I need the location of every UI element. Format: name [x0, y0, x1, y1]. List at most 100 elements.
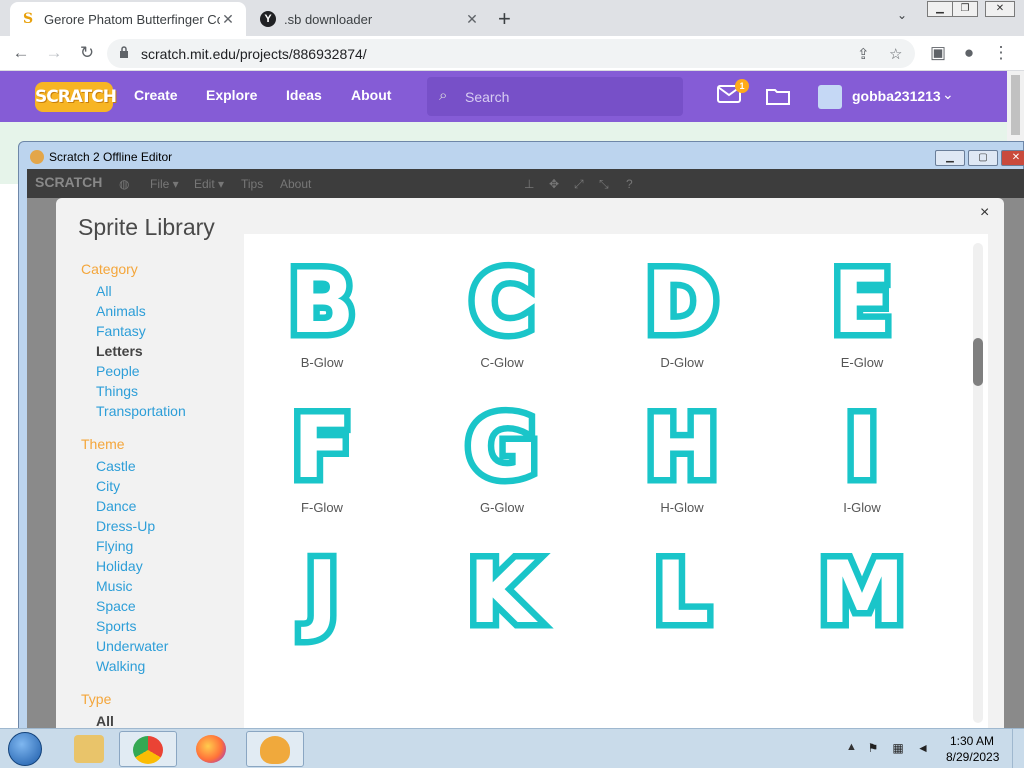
close-window-button[interactable]: ✕: [1001, 150, 1024, 166]
scrollbar-thumb[interactable]: [973, 338, 983, 386]
reload-icon[interactable]: ↻: [76, 42, 98, 64]
sprite-tile[interactable]: K: [427, 528, 577, 668]
menu-edit[interactable]: Edit ▾: [194, 177, 224, 191]
scratch-logo[interactable]: SCRATCH: [35, 82, 117, 112]
sb-downloader-icon: Y: [260, 11, 276, 27]
sprite-library-dialog: Sprite Library × Category All Animals Fa…: [56, 198, 1004, 729]
sprite-tile[interactable]: D D-Glow: [607, 238, 757, 378]
theme-underwater[interactable]: Underwater: [96, 638, 168, 654]
theme-flying[interactable]: Flying: [96, 538, 133, 554]
nav-about-link[interactable]: About: [351, 87, 391, 103]
minimize-button[interactable]: ▁: [935, 150, 965, 166]
flag-icon[interactable]: ⚑: [866, 741, 880, 755]
show-hidden-icons-arrow[interactable]: ▲: [846, 741, 857, 753]
category-people[interactable]: People: [96, 363, 140, 379]
close-icon[interactable]: ✕: [220, 11, 236, 28]
theme-space[interactable]: Space: [96, 598, 136, 614]
menu-file[interactable]: File ▾: [150, 177, 179, 191]
scrollbar-thumb[interactable]: [1011, 75, 1020, 135]
theme-castle[interactable]: Castle: [96, 458, 136, 474]
sprite-label: I-Glow: [843, 500, 881, 515]
forward-arrow-icon[interactable]: →: [43, 42, 65, 64]
sprite-tile[interactable]: I I-Glow: [787, 383, 937, 523]
category-animals[interactable]: Animals: [96, 303, 146, 319]
chevron-down-icon[interactable]: ⌄: [897, 8, 907, 22]
sprite-tile[interactable]: H H-Glow: [607, 383, 757, 523]
profile-icon[interactable]: ●: [958, 42, 980, 64]
site-search-input[interactable]: ⌕ Search: [427, 77, 683, 116]
close-window-button[interactable]: ✕: [985, 1, 1015, 17]
globe-icon[interactable]: ◍: [119, 177, 129, 191]
category-transportation[interactable]: Transportation: [96, 403, 186, 419]
tab-title: Gerore Phatom Butterfinger Cor: [44, 11, 220, 27]
sprite-tile[interactable]: B B-Glow: [247, 238, 397, 378]
type-all[interactable]: All: [96, 713, 114, 729]
username-label[interactable]: gobba231213: [852, 88, 941, 104]
sprite-thumbnail: B: [283, 253, 362, 353]
sprite-tile[interactable]: G G-Glow: [427, 383, 577, 523]
theme-walking[interactable]: Walking: [96, 658, 145, 674]
sprite-tile[interactable]: M: [787, 528, 937, 668]
start-button[interactable]: [8, 732, 42, 766]
firefox-icon: [196, 735, 226, 763]
menu-tips[interactable]: Tips: [241, 177, 263, 191]
sprite-tile[interactable]: F F-Glow: [247, 383, 397, 523]
clock-date[interactable]: 8/29/2023: [946, 750, 999, 764]
back-arrow-icon[interactable]: ←: [10, 42, 32, 64]
category-things[interactable]: Things: [96, 383, 138, 399]
sprite-tile[interactable]: J: [247, 528, 397, 668]
theme-dress-up[interactable]: Dress-Up: [96, 518, 155, 534]
category-all[interactable]: All: [96, 283, 112, 299]
address-bar[interactable]: scratch.mit.edu/projects/886932874/ ⇪ ☆: [107, 39, 915, 68]
category-letters[interactable]: Letters: [96, 343, 143, 359]
editor-logo: SCRATCH: [35, 174, 103, 190]
theme-holiday[interactable]: Holiday: [96, 558, 143, 574]
sprite-thumbnail: I: [840, 398, 885, 498]
browser-tab-scratch-project[interactable]: S Gerore Phatom Butterfinger Cor ✕: [10, 2, 246, 36]
theme-city[interactable]: City: [96, 478, 120, 494]
taskbar-firefox[interactable]: [183, 731, 241, 767]
volume-muted-icon[interactable]: ◄: [916, 741, 930, 755]
my-stuff-folder-icon[interactable]: [766, 87, 790, 105]
minimize-button[interactable]: ▁: [927, 1, 953, 17]
bookmark-star-icon[interactable]: ☆: [889, 45, 902, 63]
help-icon[interactable]: ?: [626, 177, 633, 191]
show-desktop-button[interactable]: [1012, 729, 1024, 768]
category-fantasy[interactable]: Fantasy: [96, 323, 146, 339]
taskbar-file-explorer[interactable]: [61, 731, 119, 767]
share-icon[interactable]: ⇪: [857, 45, 870, 63]
library-scrollbar[interactable]: [973, 243, 983, 723]
grow-icon[interactable]: ⤢: [574, 177, 584, 192]
duplicate-stamp-icon[interactable]: ⊥: [524, 177, 534, 191]
sprite-label: C-Glow: [480, 355, 524, 370]
restore-button[interactable]: ❐: [952, 1, 978, 17]
nav-explore-link[interactable]: Explore: [206, 87, 257, 103]
theme-dance[interactable]: Dance: [96, 498, 136, 514]
chevron-down-icon[interactable]: ⌄: [942, 86, 954, 103]
taskbar-scratch[interactable]: [246, 731, 304, 767]
menu-about[interactable]: About: [280, 177, 311, 191]
side-panel-icon[interactable]: ▣: [927, 42, 949, 64]
maximize-button[interactable]: ▢: [968, 150, 998, 166]
sprite-tile[interactable]: E E-Glow: [787, 238, 937, 378]
cut-icon[interactable]: ✥: [549, 177, 559, 191]
sprite-thumbnail: K: [462, 543, 542, 643]
new-tab-icon[interactable]: +: [498, 6, 511, 32]
close-icon[interactable]: ✕: [464, 11, 480, 28]
theme-music[interactable]: Music: [96, 578, 133, 594]
sprite-tile[interactable]: C C-Glow: [427, 238, 577, 378]
user-avatar[interactable]: [818, 85, 842, 109]
network-icon[interactable]: ▦: [891, 741, 905, 755]
file-explorer-icon: [74, 735, 104, 763]
more-menu-icon[interactable]: ⋮: [990, 42, 1012, 64]
nav-ideas-link[interactable]: Ideas: [286, 87, 322, 103]
nav-create-link[interactable]: Create: [134, 87, 178, 103]
taskbar-chrome[interactable]: [119, 731, 177, 767]
sprite-thumbnail: D: [640, 253, 724, 353]
theme-sports[interactable]: Sports: [96, 618, 136, 634]
browser-tab-sb-downloader[interactable]: Y .sb downloader ✕: [250, 2, 490, 36]
sprite-tile[interactable]: L: [607, 528, 757, 668]
shrink-icon[interactable]: ⤡: [599, 177, 609, 192]
clock-time[interactable]: 1:30 AM: [950, 734, 994, 748]
close-icon[interactable]: ×: [980, 204, 989, 222]
